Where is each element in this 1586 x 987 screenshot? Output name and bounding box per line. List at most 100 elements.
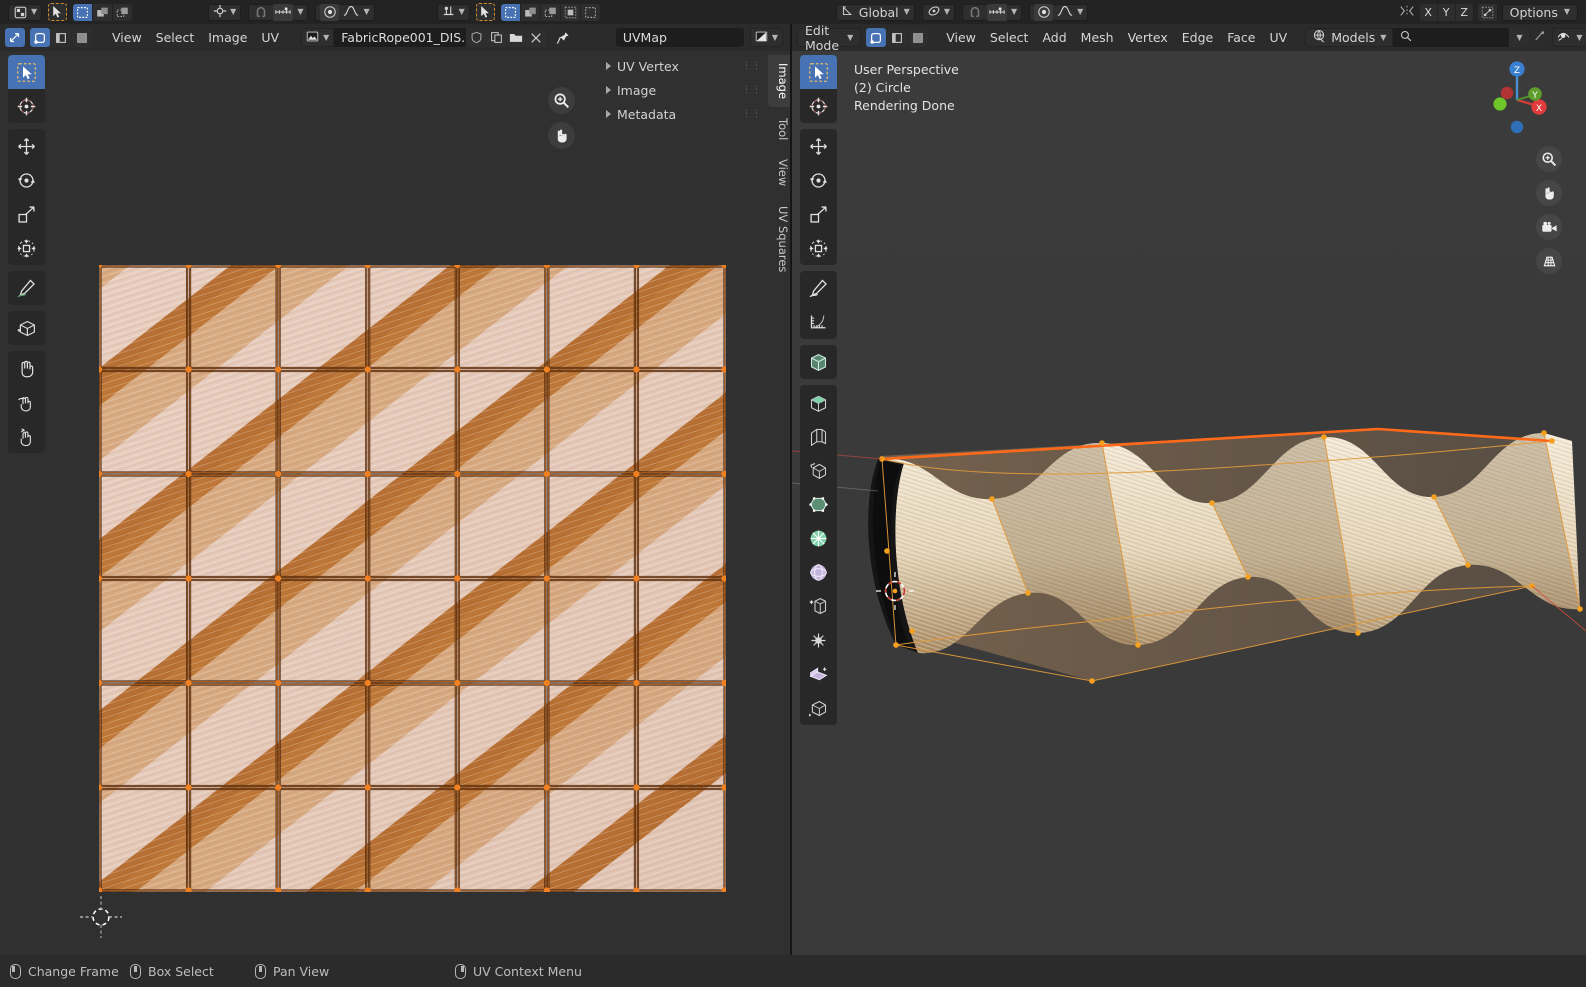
uv-vertex[interactable] xyxy=(633,784,640,791)
uv-vertex[interactable] xyxy=(454,366,461,373)
uv-vertex[interactable] xyxy=(543,575,550,582)
extrude-region-tool[interactable] xyxy=(800,385,837,419)
uv-vertex[interactable] xyxy=(364,366,371,373)
uv-vertex[interactable] xyxy=(185,366,192,373)
uv-menu-image[interactable]: Image xyxy=(201,28,254,47)
prop-axis-z[interactable]: Z xyxy=(1455,3,1473,21)
uv-vertex[interactable] xyxy=(543,784,550,791)
uv-vertex[interactable] xyxy=(364,679,371,687)
rope-mesh-object[interactable] xyxy=(792,381,1586,731)
vp-proportional-editing-group[interactable]: ▼ xyxy=(1029,3,1089,21)
pan-hand-icon[interactable] xyxy=(1536,180,1562,206)
scale-tool[interactable] xyxy=(8,197,45,231)
uvmap-field[interactable]: UVMap xyxy=(615,28,744,47)
transform-tool[interactable] xyxy=(800,231,837,265)
shield-icon[interactable] xyxy=(466,28,487,47)
display-channels-button[interactable]: ▼ xyxy=(749,28,783,47)
vp-snapping-group[interactable]: ▼ xyxy=(961,3,1023,21)
folder-icon[interactable] xyxy=(506,28,527,47)
region-tab-view[interactable]: View xyxy=(768,151,790,195)
edge-select-icon[interactable] xyxy=(887,28,908,47)
uv-vertex[interactable] xyxy=(185,784,192,791)
uv-vertex[interactable] xyxy=(543,366,550,373)
uv-canvas[interactable]: UV Vertex ⋮⋮ Image ⋮⋮ Metadata ⋮⋮ Image … xyxy=(0,51,790,955)
edge-slide-tool[interactable] xyxy=(800,691,837,725)
uv-vertex[interactable] xyxy=(721,887,726,892)
rotate-tool[interactable] xyxy=(8,163,45,197)
uv-vertex[interactable] xyxy=(275,679,282,687)
prop-axis-y[interactable]: Y xyxy=(1437,3,1455,21)
snap-increment-icon[interactable] xyxy=(273,3,294,21)
select-circle-icon[interactable] xyxy=(113,3,133,21)
uv-face[interactable] xyxy=(189,475,278,578)
collection-selector[interactable]: Models ▼ xyxy=(1305,28,1394,47)
uv-menu-uv[interactable]: UV xyxy=(254,28,286,47)
vp-pivot-point-selector[interactable]: ▼ xyxy=(921,3,955,21)
toggle-ortho-icon[interactable] xyxy=(1536,248,1562,274)
edge-select-icon[interactable] xyxy=(51,28,71,47)
add-cube-tool[interactable] xyxy=(800,345,837,379)
uv-face[interactable] xyxy=(547,788,636,891)
panel-uv-vertex[interactable]: UV Vertex ⋮⋮ xyxy=(598,54,768,78)
panel-metadata[interactable]: Metadata ⋮⋮ xyxy=(598,102,768,126)
uv-vertex[interactable] xyxy=(99,887,103,892)
uv-vertex[interactable] xyxy=(364,784,371,791)
uv-vertex[interactable] xyxy=(364,470,371,478)
uv-vertex[interactable] xyxy=(543,470,550,478)
uv-face[interactable] xyxy=(368,684,457,787)
inset-faces-tool[interactable] xyxy=(800,453,837,487)
snap-magnet-icon[interactable] xyxy=(253,4,269,21)
uv-face[interactable] xyxy=(279,475,367,578)
uv-vertex[interactable] xyxy=(364,575,371,582)
uv-face[interactable] xyxy=(368,475,457,578)
uv-vertex[interactable] xyxy=(275,366,282,373)
uv-face[interactable] xyxy=(368,788,457,891)
vp-select-mode-group[interactable] xyxy=(500,3,600,21)
uv-vertex[interactable] xyxy=(633,575,640,582)
browse-image-button[interactable]: ▼ xyxy=(301,28,335,47)
uv-face[interactable] xyxy=(100,788,188,891)
camera-view-icon[interactable] xyxy=(1536,214,1562,240)
image-name-field[interactable]: FabricRope001_DIS... xyxy=(334,28,467,47)
vp-menu-edge[interactable]: Edge xyxy=(1175,28,1220,47)
pivot-point-selector[interactable]: ▼ xyxy=(208,3,242,21)
proportional-axis-group[interactable]: X Y Z xyxy=(1419,3,1473,21)
uv-face[interactable] xyxy=(547,579,636,682)
region-tab-tool[interactable]: Tool xyxy=(768,110,790,149)
tweak-tool[interactable] xyxy=(800,55,837,89)
zoom-icon[interactable] xyxy=(548,87,575,114)
uv-vertex[interactable] xyxy=(543,679,550,687)
uv-face[interactable] xyxy=(547,475,636,578)
uv-face[interactable] xyxy=(189,370,278,473)
tweak-tool[interactable] xyxy=(8,55,45,89)
uv-vertex[interactable] xyxy=(721,265,726,269)
uv-face[interactable] xyxy=(637,266,726,369)
uv-face[interactable] xyxy=(100,684,188,787)
vertex-select-icon[interactable] xyxy=(866,28,887,47)
uv-face[interactable] xyxy=(189,579,278,682)
uv-face[interactable] xyxy=(279,370,367,473)
region-tab-image[interactable]: Image xyxy=(768,55,790,108)
uv-face[interactable] xyxy=(458,788,546,891)
search-dropdown-button[interactable]: ▼ xyxy=(1509,28,1530,47)
vp-menu-add[interactable]: Add xyxy=(1035,28,1073,47)
uv-face[interactable] xyxy=(458,370,546,473)
transform-orientation-selector[interactable]: Global ▼ xyxy=(835,3,915,21)
uv-face-grid[interactable] xyxy=(99,265,726,892)
uv-vertex[interactable] xyxy=(185,470,192,478)
uv-select-mode-group[interactable] xyxy=(30,28,92,47)
pinch-tool[interactable] xyxy=(8,419,45,453)
uv-face[interactable] xyxy=(100,266,188,369)
uv-vertex[interactable] xyxy=(633,679,640,687)
scale-tool[interactable] xyxy=(800,197,837,231)
uv-menu-view[interactable]: View xyxy=(105,28,149,47)
face-select-icon[interactable] xyxy=(72,28,92,47)
rip-region-tool[interactable] xyxy=(8,311,45,345)
uv-face[interactable] xyxy=(368,266,457,369)
uv-face[interactable] xyxy=(458,475,546,578)
uv-face[interactable] xyxy=(100,579,188,682)
extrude-manifold-tool[interactable] xyxy=(800,419,837,453)
loop-cut-tool[interactable] xyxy=(800,521,837,555)
uv-face[interactable] xyxy=(547,370,636,473)
editor-type-selector[interactable]: ▼ xyxy=(8,3,43,21)
